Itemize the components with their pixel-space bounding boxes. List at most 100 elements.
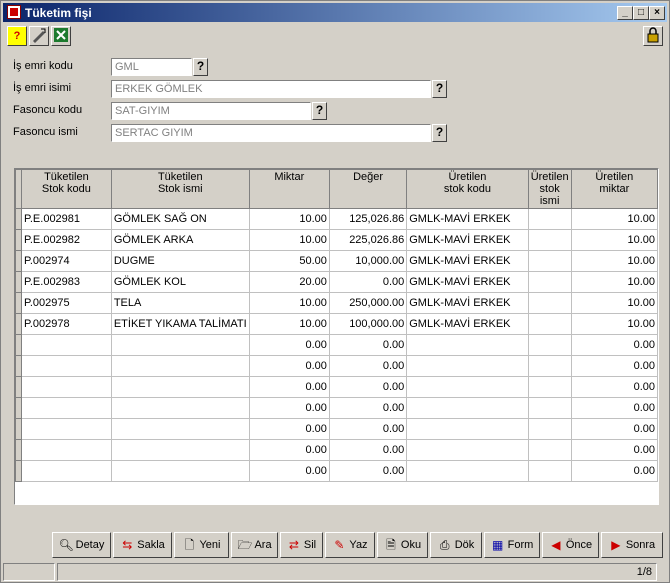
- table-cell[interactable]: P.E.002981: [20, 208, 112, 230]
- table-cell[interactable]: 0.00: [248, 418, 330, 440]
- table-cell[interactable]: [20, 439, 112, 461]
- table-cell[interactable]: [20, 397, 112, 419]
- table-cell[interactable]: [527, 397, 572, 419]
- title-bar[interactable]: Tüketim fişi _ □ ×: [3, 3, 667, 22]
- column-header[interactable]: Üretilen miktar: [570, 169, 658, 209]
- table-cell[interactable]: GMLK-MAVİ ERKEK: [406, 292, 529, 314]
- table-cell[interactable]: 10.00: [248, 229, 330, 251]
- yeni-button[interactable]: 🗋︎ Yeni: [174, 532, 229, 558]
- fasoncu-kodu-lookup-button[interactable]: ?: [312, 102, 327, 120]
- table-cell[interactable]: 0.00: [328, 355, 408, 377]
- table-cell[interactable]: [527, 250, 572, 272]
- table-cell[interactable]: [110, 376, 250, 398]
- table-cell[interactable]: 0.00: [328, 439, 408, 461]
- column-header[interactable]: Üretilen stok ismi: [527, 169, 572, 209]
- help-icon[interactable]: ?: [7, 26, 27, 46]
- table-cell[interactable]: 0.00: [570, 418, 658, 440]
- table-cell[interactable]: P.002975: [20, 292, 112, 314]
- table-cell[interactable]: 20.00: [248, 271, 330, 293]
- excel-icon[interactable]: [51, 26, 71, 46]
- dok-button[interactable]: ⎙ Dök: [430, 532, 482, 558]
- once-button[interactable]: ◀ Önce: [542, 532, 599, 558]
- table-cell[interactable]: [406, 460, 529, 482]
- is-emri-kodu-lookup-button[interactable]: ?: [193, 58, 208, 76]
- table-cell[interactable]: P.E.002982: [20, 229, 112, 251]
- is-emri-ismi-lookup-button[interactable]: ?: [432, 80, 447, 98]
- table-cell[interactable]: [527, 292, 572, 314]
- table-cell[interactable]: GMLK-MAVİ ERKEK: [406, 250, 529, 272]
- table-row[interactable]: P.E.002982 GÖMLEK ARKA 10.00 225,026.86 GMLK…: [15, 229, 658, 251]
- table-cell[interactable]: 125,026.86: [328, 208, 408, 230]
- table-cell[interactable]: 10.00: [248, 292, 330, 314]
- is-emri-kodu-field[interactable]: GML: [111, 58, 192, 76]
- table-cell[interactable]: 0.00: [248, 334, 330, 356]
- is-emri-ismi-field[interactable]: ERKEK GÖMLEK: [111, 80, 431, 98]
- table-cell[interactable]: P.E.002983: [20, 271, 112, 293]
- table-cell[interactable]: [527, 460, 572, 482]
- lock-icon[interactable]: [643, 26, 663, 46]
- table-cell[interactable]: GMLK-MAVİ ERKEK: [406, 229, 529, 251]
- table-cell[interactable]: [527, 418, 572, 440]
- table-cell[interactable]: [406, 376, 529, 398]
- table-row[interactable]: 0.00 0.00 0.00: [15, 355, 658, 377]
- table-row[interactable]: P.002978 ETİKET YIKAMA TALİMATI 10.00 100,0…: [15, 313, 658, 335]
- column-header[interactable]: Değer: [328, 169, 408, 209]
- table-cell[interactable]: 225,026.86: [328, 229, 408, 251]
- table-cell[interactable]: P.002978: [20, 313, 112, 335]
- column-header[interactable]: Tüketilen Stok kodu: [20, 169, 112, 209]
- table-cell[interactable]: [527, 355, 572, 377]
- fasoncu-ismi-lookup-button[interactable]: ?: [432, 124, 447, 142]
- table-cell[interactable]: [527, 313, 572, 335]
- table-cell[interactable]: 0.00: [328, 418, 408, 440]
- table-cell[interactable]: 0.00: [328, 271, 408, 293]
- table-cell[interactable]: 0.00: [328, 376, 408, 398]
- table-row[interactable]: P.E.002983 GÖMLEK KOL 20.00 0.00 GMLK-MAVİ E…: [15, 271, 658, 293]
- table-cell[interactable]: [406, 334, 529, 356]
- table-cell[interactable]: [20, 334, 112, 356]
- table-cell[interactable]: [527, 208, 572, 230]
- table-cell[interactable]: 0.00: [248, 355, 330, 377]
- table-cell[interactable]: [527, 334, 572, 356]
- consumption-grid[interactable]: Tüketilen Stok kodu Tüketilen Stok ismi Mi…: [14, 168, 659, 505]
- table-cell[interactable]: 0.00: [248, 439, 330, 461]
- fasoncu-ismi-field[interactable]: SERTAC GIYIM: [111, 124, 431, 142]
- table-row[interactable]: 0.00 0.00 0.00: [15, 418, 658, 440]
- sakla-button[interactable]: ⇆ Sakla: [113, 532, 172, 558]
- yaz-button[interactable]: ✎ Yaz: [325, 532, 375, 558]
- table-cell[interactable]: 0.00: [570, 355, 658, 377]
- table-cell[interactable]: [20, 418, 112, 440]
- tools-icon[interactable]: [29, 26, 49, 46]
- table-cell[interactable]: [110, 355, 250, 377]
- table-cell[interactable]: 10.00: [570, 250, 658, 272]
- table-row[interactable]: 0.00 0.00 0.00: [15, 460, 658, 482]
- table-cell[interactable]: [110, 460, 250, 482]
- table-cell[interactable]: 0.00: [248, 397, 330, 419]
- table-cell[interactable]: ETİKET YIKAMA TALİMATI: [110, 313, 250, 335]
- table-cell[interactable]: GÖMLEK KOL: [110, 271, 250, 293]
- table-cell[interactable]: [527, 271, 572, 293]
- table-cell[interactable]: [527, 229, 572, 251]
- table-cell[interactable]: 10.00: [570, 292, 658, 314]
- table-row[interactable]: 0.00 0.00 0.00: [15, 397, 658, 419]
- minimize-button[interactable]: _: [617, 6, 633, 20]
- table-cell[interactable]: [20, 355, 112, 377]
- table-cell[interactable]: 0.00: [328, 397, 408, 419]
- oku-button[interactable]: 🗎︎ Oku: [377, 532, 428, 558]
- table-cell[interactable]: [20, 460, 112, 482]
- table-cell[interactable]: GMLK-MAVİ ERKEK: [406, 271, 529, 293]
- table-cell[interactable]: [406, 418, 529, 440]
- table-cell[interactable]: 10,000.00: [328, 250, 408, 272]
- fasoncu-kodu-field[interactable]: SAT-GIYIM: [111, 102, 311, 120]
- table-cell[interactable]: GMLK-MAVİ ERKEK: [406, 313, 529, 335]
- table-row[interactable]: 0.00 0.00 0.00: [15, 376, 658, 398]
- table-cell[interactable]: 10.00: [570, 208, 658, 230]
- table-cell[interactable]: [110, 439, 250, 461]
- table-cell[interactable]: 0.00: [570, 334, 658, 356]
- table-row[interactable]: 0.00 0.00 0.00: [15, 439, 658, 461]
- table-cell[interactable]: 10.00: [248, 313, 330, 335]
- table-cell[interactable]: 10.00: [248, 208, 330, 230]
- table-cell[interactable]: [20, 376, 112, 398]
- table-cell[interactable]: 0.00: [328, 334, 408, 356]
- table-row[interactable]: P.E.002981 GÖMLEK SAĞ ON 10.00 125,026.86 GM…: [15, 208, 658, 230]
- table-cell[interactable]: [406, 439, 529, 461]
